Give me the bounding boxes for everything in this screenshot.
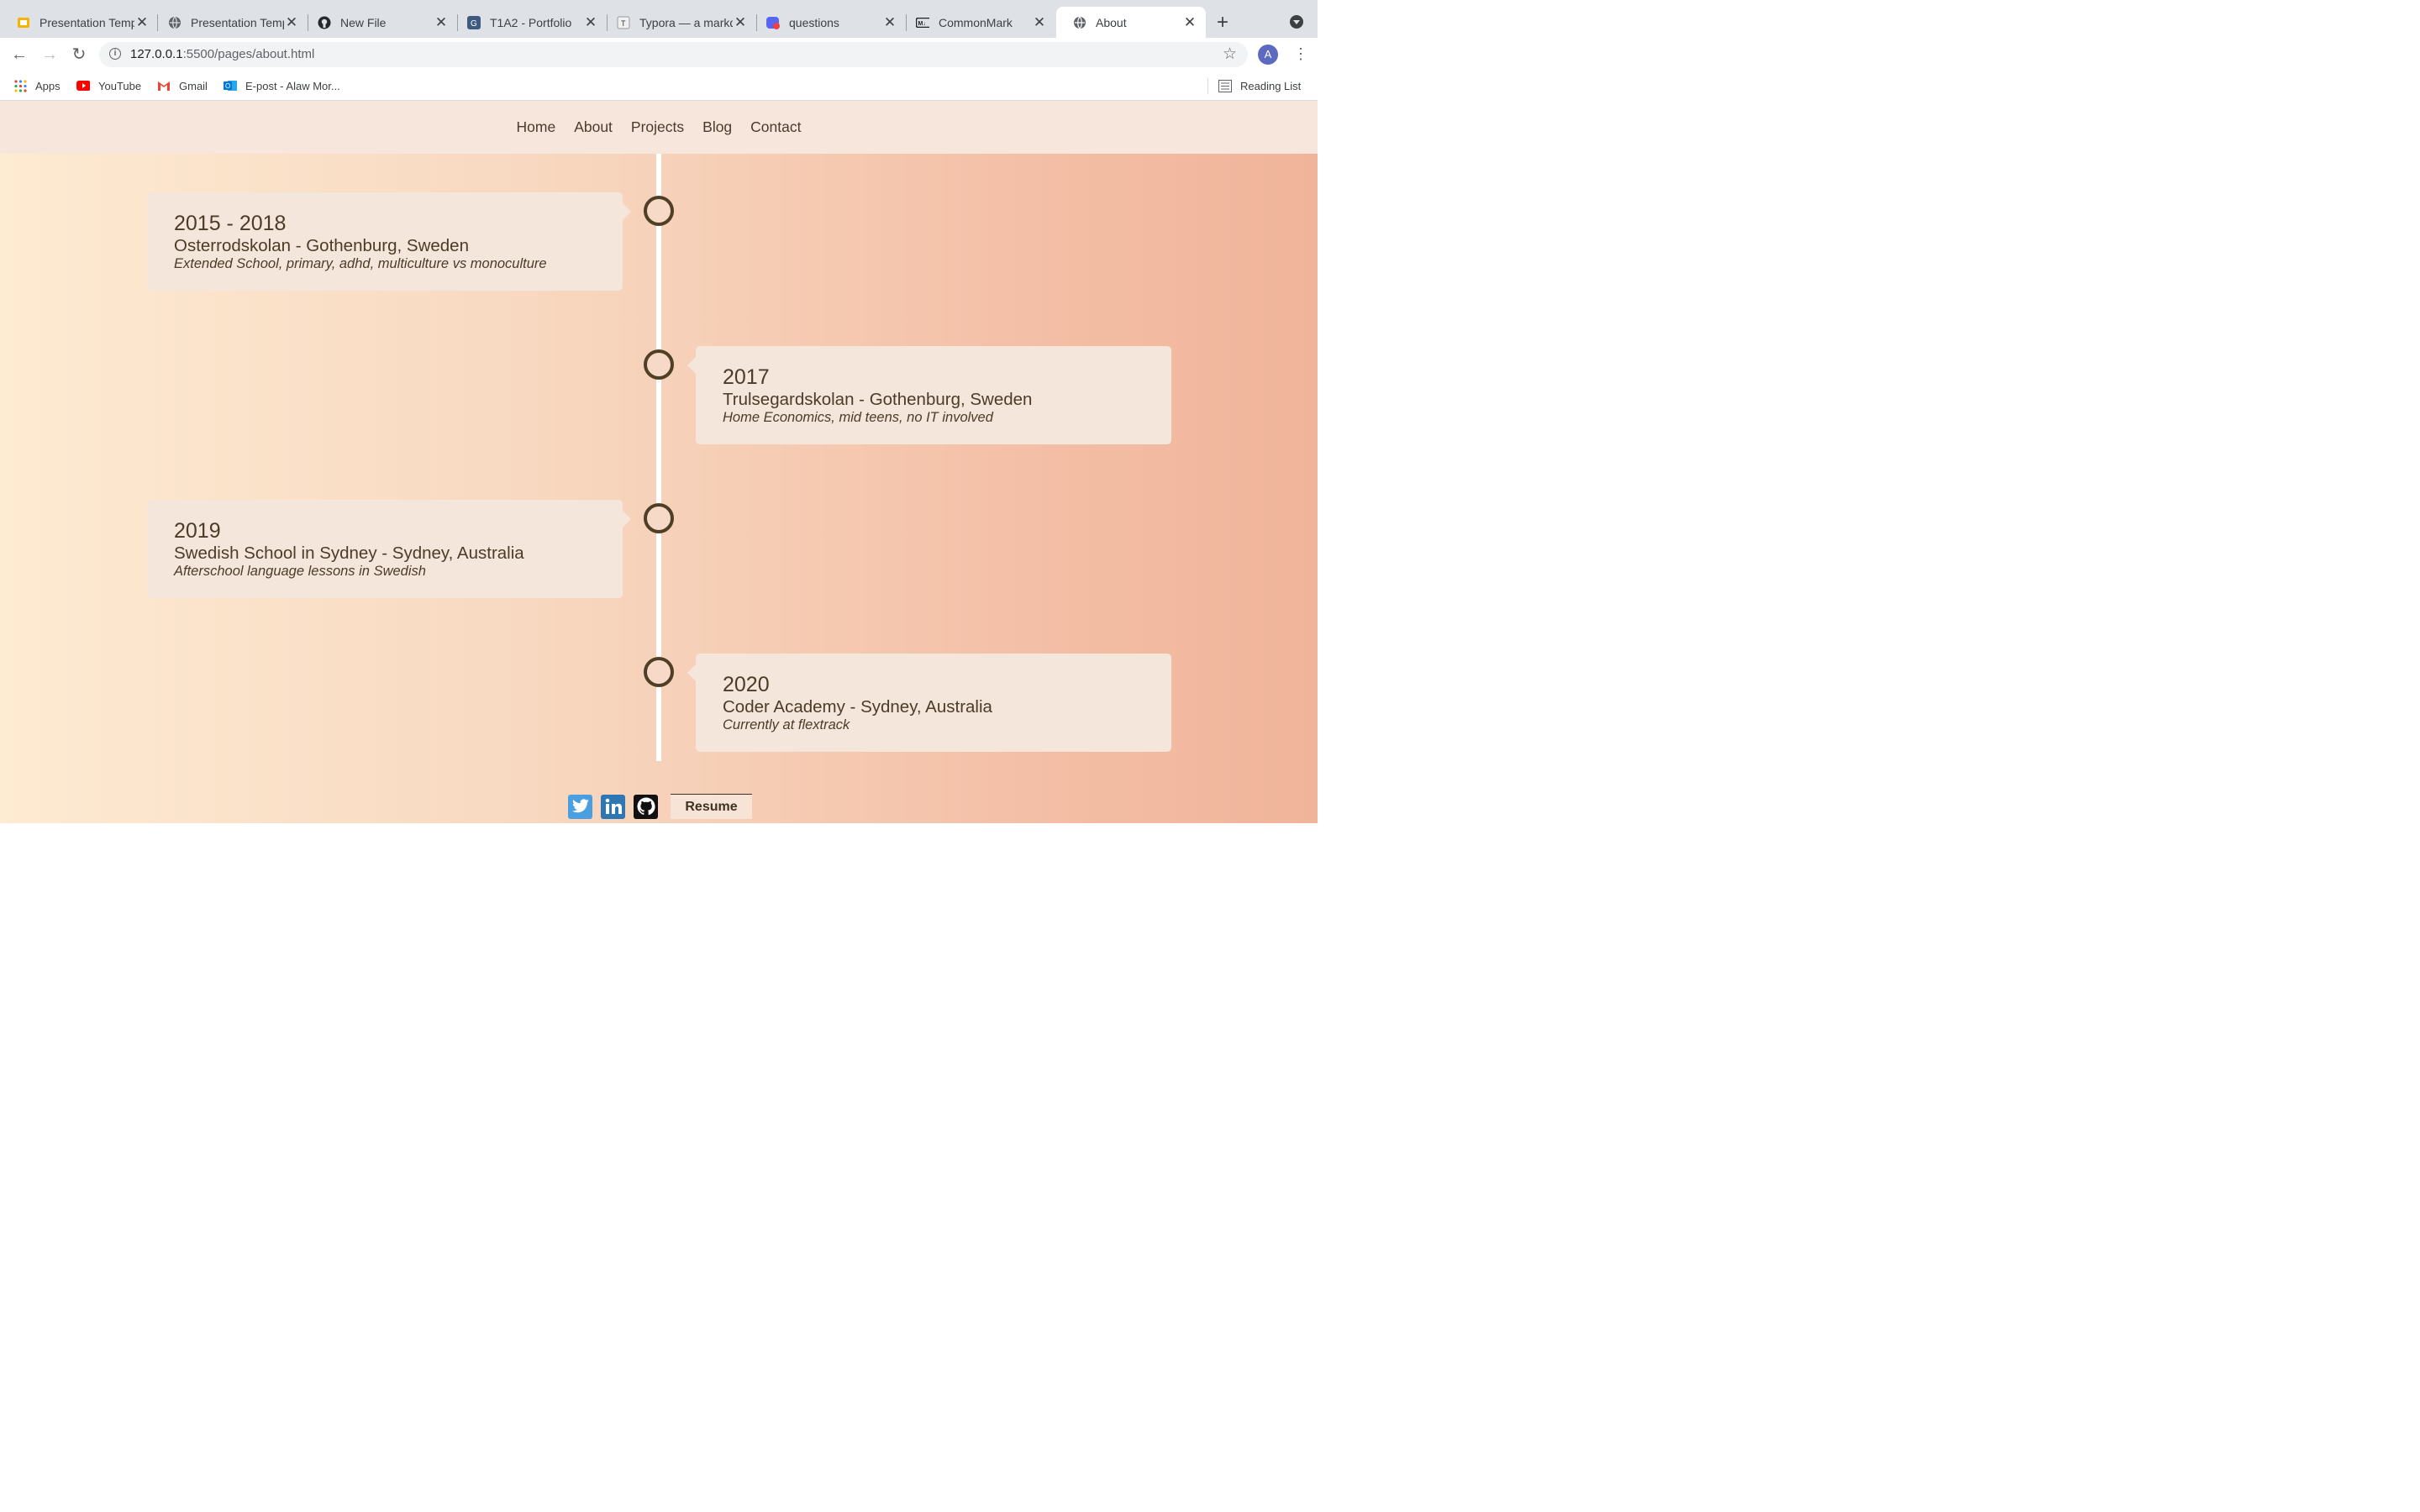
linkedin-icon[interactable]	[601, 794, 625, 819]
timeline-entry: 2015 - 2018 Osterrodskolan - Gothenburg,…	[147, 192, 631, 291]
profile-avatar[interactable]: A	[1258, 45, 1278, 65]
close-icon[interactable]: ✕	[284, 14, 299, 31]
tab-title: Presentation Temp	[191, 15, 284, 29]
discord-icon	[766, 16, 780, 29]
browser-tab[interactable]: Presentation Temp ✕	[0, 7, 158, 38]
info-icon[interactable]: i	[109, 48, 121, 60]
reload-icon[interactable]: ↻	[68, 44, 90, 66]
bookmark-gmail[interactable]: Gmail	[157, 78, 208, 93]
markdown-icon: M↓	[916, 16, 929, 29]
close-icon[interactable]: ✕	[882, 14, 897, 31]
tab-title: CommonMark	[939, 15, 1013, 29]
entry-description: Extended School, primary, adhd, multicul…	[174, 256, 547, 271]
svg-text:M↓: M↓	[918, 21, 926, 27]
timeline-marker	[644, 349, 674, 380]
apps-grid-icon	[13, 79, 27, 92]
entry-year: 2015 - 2018	[174, 212, 287, 235]
browser-tab[interactable]: T Typora — a markd ✕	[600, 7, 756, 38]
back-icon[interactable]: ←	[8, 44, 30, 66]
close-icon[interactable]: ✕	[1032, 14, 1047, 31]
url-path: :5500/pages/about.html	[182, 47, 315, 61]
browser-tab[interactable]: M↓ CommonMark ✕	[899, 7, 1055, 38]
nav-projects[interactable]: Projects	[631, 118, 684, 136]
reading-list-label: Reading List	[1240, 79, 1302, 92]
gmail-icon	[157, 79, 171, 92]
reading-list-icon	[1218, 79, 1232, 92]
globe-icon	[1073, 16, 1086, 29]
close-icon[interactable]: ✕	[733, 14, 748, 31]
youtube-icon	[76, 79, 90, 92]
svg-text:T: T	[621, 19, 626, 28]
bookmark-label: Apps	[35, 79, 60, 92]
tab-title: About	[1096, 15, 1127, 29]
bookmark-apps[interactable]: Apps	[13, 78, 60, 93]
tab-title: T1A2 - Portfolio	[490, 15, 572, 29]
globe-icon	[168, 16, 182, 29]
entry-school: Osterrodskolan - Gothenburg, Sweden	[174, 236, 469, 255]
timeline-marker	[644, 196, 674, 226]
reading-list[interactable]: Reading List	[1218, 78, 1301, 93]
url-host: 127.0.0.1	[130, 47, 183, 61]
github-icon[interactable]	[634, 794, 658, 819]
nav-blog[interactable]: Blog	[702, 118, 732, 136]
outlook-icon: O	[224, 79, 237, 92]
bookmark-outlook[interactable]: O E-post - Alaw Mor...	[224, 78, 340, 93]
nav-about[interactable]: About	[574, 118, 613, 136]
canvas-icon: G	[467, 15, 481, 29]
entry-school: Swedish School in Sydney - Sydney, Austr…	[174, 543, 524, 563]
footer: Resume	[568, 794, 752, 819]
typora-icon: T	[617, 16, 630, 29]
timeline-entry: 2019 Swedish School in Sydney - Sydney, …	[147, 500, 631, 598]
tab-title: questions	[789, 15, 839, 29]
entry-description: Home Economics, mid teens, no IT involve…	[723, 410, 993, 425]
close-icon[interactable]: ✕	[583, 14, 598, 31]
nav-contact[interactable]: Contact	[750, 118, 801, 136]
timeline-entry: 2017 Trulsegardskolan - Gothenburg, Swed…	[687, 346, 1171, 444]
resume-button[interactable]: Resume	[671, 794, 752, 819]
nav-home[interactable]: Home	[517, 118, 556, 136]
browser-tab[interactable]: G T1A2 - Portfolio ✕	[450, 7, 607, 38]
svg-text:G: G	[471, 19, 477, 29]
entry-year: 2020	[723, 673, 770, 696]
bookmark-label: YouTube	[98, 79, 142, 92]
twitter-icon[interactable]	[568, 794, 592, 819]
slides-icon	[17, 16, 30, 29]
tab-title: New File	[340, 15, 387, 29]
tab-title: Presentation Temp	[39, 15, 134, 29]
browser-tab-active[interactable]: About ✕	[1056, 7, 1206, 38]
tab-title: Typora — a markd	[639, 15, 733, 29]
entry-description: Afterschool language lessons in Swedish	[174, 564, 426, 579]
browser-tab[interactable]: questions ✕	[750, 7, 906, 38]
entry-school: Trulsegardskolan - Gothenburg, Sweden	[723, 390, 1033, 409]
tab-search-icon[interactable]	[1290, 15, 1303, 29]
timeline-marker	[644, 657, 674, 687]
site-nav: Home About Projects Blog Contact	[0, 101, 1318, 154]
entry-description: Currently at flextrack	[723, 717, 850, 732]
close-icon[interactable]: ✕	[434, 14, 449, 31]
bookmark-label: E-post - Alaw Mor...	[245, 79, 340, 92]
new-tab-icon[interactable]: +	[1217, 13, 1228, 33]
close-icon[interactable]: ✕	[134, 14, 150, 31]
menu-kebab-icon[interactable]: ⋮	[1293, 45, 1308, 63]
bookmark-label: Gmail	[179, 79, 208, 92]
timeline-marker	[644, 503, 674, 533]
entry-school: Coder Academy - Sydney, Australia	[723, 697, 992, 717]
browser-tab[interactable]: Presentation Temp ✕	[151, 7, 308, 38]
entry-year: 2017	[723, 365, 770, 389]
timeline-entry: 2020 Coder Academy - Sydney, Australia C…	[687, 654, 1171, 752]
browser-tab[interactable]: New File ✕	[301, 7, 457, 38]
github-icon	[318, 16, 331, 29]
close-icon[interactable]: ✕	[1182, 14, 1197, 31]
url-text[interactable]: 127.0.0.1:5500/pages/about.html	[130, 47, 314, 61]
bookmark-star-icon[interactable]: ☆	[1223, 45, 1237, 64]
forward-icon[interactable]: →	[39, 44, 60, 66]
entry-year: 2019	[174, 519, 221, 543]
svg-text:O: O	[225, 82, 230, 90]
page-viewport: Home About Projects Blog Contact 2015 - …	[0, 101, 1318, 823]
bookmark-youtube[interactable]: YouTube	[76, 78, 141, 93]
bookmarks-separator	[1207, 78, 1208, 94]
